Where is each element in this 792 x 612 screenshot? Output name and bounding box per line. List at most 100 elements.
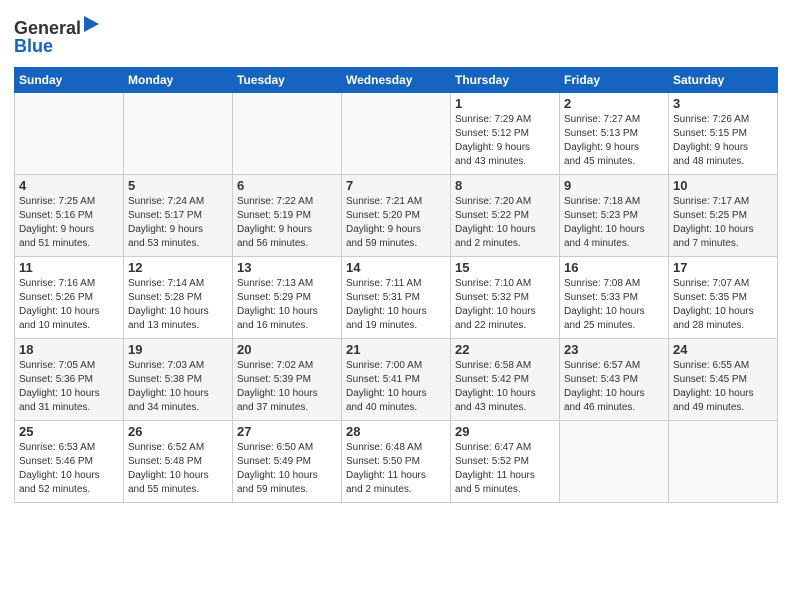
- calendar-cell: 7Sunrise: 7:21 AMSunset: 5:20 PMDaylight…: [342, 175, 451, 257]
- day-info: Sunrise: 7:25 AMSunset: 5:16 PMDaylight:…: [19, 195, 119, 251]
- weekday-monday: Monday: [124, 68, 233, 93]
- day-number: 6: [237, 178, 337, 193]
- day-info: Sunrise: 7:03 AMSunset: 5:38 PMDaylight:…: [128, 359, 228, 415]
- day-number: 3: [673, 96, 773, 111]
- day-info: Sunrise: 6:47 AMSunset: 5:52 PMDaylight:…: [455, 441, 555, 497]
- calendar-week-row: 25 Sunrise: 6:53 AMSunset: 5:46 PMDayligh…: [15, 421, 778, 503]
- day-number: 26: [128, 424, 228, 439]
- calendar-table: SundayMondayTuesdayWednesdayThursdayFrid…: [14, 67, 778, 503]
- day-info: Sunrise: 7:29 AMSunset: 5:12 PMDaylight:…: [455, 113, 555, 169]
- calendar-cell: [560, 421, 669, 503]
- day-info: Sunrise: 7:08 AMSunset: 5:33 PMDaylight:…: [564, 277, 664, 333]
- calendar-cell: 9 Sunrise: 7:18 AMSunset: 5:23 PMDaylight…: [560, 175, 669, 257]
- weekday-header-row: SundayMondayTuesdayWednesdayThursdayFrid…: [15, 68, 778, 93]
- day-info: Sunrise: 7:22 AMSunset: 5:19 PMDaylight:…: [237, 195, 337, 251]
- day-number: 25: [19, 424, 119, 439]
- calendar-cell: 14 Sunrise: 7:11 AMSunset: 5:31 PMDayligh…: [342, 257, 451, 339]
- day-number: 19: [128, 342, 228, 357]
- calendar-cell: [342, 93, 451, 175]
- day-info: Sunrise: 7:26 AMSunset: 5:15 PMDaylight:…: [673, 113, 773, 169]
- calendar-cell: 25 Sunrise: 6:53 AMSunset: 5:46 PMDayligh…: [15, 421, 124, 503]
- calendar-cell: 10 Sunrise: 7:17 AMSunset: 5:25 PMDayligh…: [669, 175, 778, 257]
- calendar-cell: 24 Sunrise: 6:55 AMSunset: 5:45 PMDayligh…: [669, 339, 778, 421]
- calendar-cell: 16 Sunrise: 7:08 AMSunset: 5:33 PMDayligh…: [560, 257, 669, 339]
- day-number: 7: [346, 178, 446, 193]
- weekday-wednesday: Wednesday: [342, 68, 451, 93]
- calendar-cell: 13 Sunrise: 7:13 AMSunset: 5:29 PMDayligh…: [233, 257, 342, 339]
- day-number: 5: [128, 178, 228, 193]
- day-info: Sunrise: 7:17 AMSunset: 5:25 PMDaylight:…: [673, 195, 773, 251]
- day-number: 12: [128, 260, 228, 275]
- day-number: 10: [673, 178, 773, 193]
- day-info: Sunrise: 7:24 AMSunset: 5:17 PMDaylight:…: [128, 195, 228, 251]
- day-info: Sunrise: 7:05 AMSunset: 5:36 PMDaylight:…: [19, 359, 119, 415]
- day-info: Sunrise: 7:27 AMSunset: 5:13 PMDaylight:…: [564, 113, 664, 169]
- day-info: Sunrise: 7:00 AMSunset: 5:41 PMDaylight:…: [346, 359, 446, 415]
- calendar-cell: 21 Sunrise: 7:00 AMSunset: 5:41 PMDayligh…: [342, 339, 451, 421]
- day-info: Sunrise: 7:14 AMSunset: 5:28 PMDaylight:…: [128, 277, 228, 333]
- day-number: 20: [237, 342, 337, 357]
- day-info: Sunrise: 6:52 AMSunset: 5:48 PMDaylight:…: [128, 441, 228, 497]
- day-info: Sunrise: 6:53 AMSunset: 5:46 PMDaylight:…: [19, 441, 119, 497]
- calendar-cell: 22Sunrise: 6:58 AMSunset: 5:42 PMDayligh…: [451, 339, 560, 421]
- weekday-friday: Friday: [560, 68, 669, 93]
- day-number: 17: [673, 260, 773, 275]
- day-number: 9: [564, 178, 664, 193]
- calendar-week-row: 11 Sunrise: 7:16 AMSunset: 5:26 PMDayligh…: [15, 257, 778, 339]
- day-info: Sunrise: 6:55 AMSunset: 5:45 PMDaylight:…: [673, 359, 773, 415]
- day-number: 24: [673, 342, 773, 357]
- day-number: 23: [564, 342, 664, 357]
- day-number: 18: [19, 342, 119, 357]
- weekday-thursday: Thursday: [451, 68, 560, 93]
- weekday-sunday: Sunday: [15, 68, 124, 93]
- calendar-week-row: 18 Sunrise: 7:05 AMSunset: 5:36 PMDayligh…: [15, 339, 778, 421]
- calendar-cell: [669, 421, 778, 503]
- calendar-cell: 26 Sunrise: 6:52 AMSunset: 5:48 PMDayligh…: [124, 421, 233, 503]
- day-info: Sunrise: 7:13 AMSunset: 5:29 PMDaylight:…: [237, 277, 337, 333]
- calendar-cell: 19 Sunrise: 7:03 AMSunset: 5:38 PMDayligh…: [124, 339, 233, 421]
- day-number: 1: [455, 96, 555, 111]
- day-number: 13: [237, 260, 337, 275]
- day-info: Sunrise: 6:58 AMSunset: 5:42 PMDaylight:…: [455, 359, 555, 415]
- day-number: 27: [237, 424, 337, 439]
- calendar-cell: [15, 93, 124, 175]
- day-info: Sunrise: 7:16 AMSunset: 5:26 PMDaylight:…: [19, 277, 119, 333]
- day-number: 15: [455, 260, 555, 275]
- calendar-week-row: 1 Sunrise: 7:29 AMSunset: 5:12 PMDaylight…: [15, 93, 778, 175]
- calendar-cell: 27 Sunrise: 6:50 AMSunset: 5:49 PMDayligh…: [233, 421, 342, 503]
- day-number: 28: [346, 424, 446, 439]
- day-info: Sunrise: 7:10 AMSunset: 5:32 PMDaylight:…: [455, 277, 555, 333]
- calendar-cell: 4Sunrise: 7:25 AMSunset: 5:16 PMDaylight…: [15, 175, 124, 257]
- day-info: Sunrise: 7:11 AMSunset: 5:31 PMDaylight:…: [346, 277, 446, 333]
- day-number: 8: [455, 178, 555, 193]
- calendar-cell: 23 Sunrise: 6:57 AMSunset: 5:43 PMDayligh…: [560, 339, 669, 421]
- calendar-week-row: 4Sunrise: 7:25 AMSunset: 5:16 PMDaylight…: [15, 175, 778, 257]
- calendar-cell: 5 Sunrise: 7:24 AMSunset: 5:17 PMDaylight…: [124, 175, 233, 257]
- calendar-cell: 12 Sunrise: 7:14 AMSunset: 5:28 PMDayligh…: [124, 257, 233, 339]
- calendar-cell: 18 Sunrise: 7:05 AMSunset: 5:36 PMDayligh…: [15, 339, 124, 421]
- calendar-cell: 8 Sunrise: 7:20 AMSunset: 5:22 PMDaylight…: [451, 175, 560, 257]
- day-number: 11: [19, 260, 119, 275]
- day-info: Sunrise: 7:20 AMSunset: 5:22 PMDaylight:…: [455, 195, 555, 251]
- svg-text:General: General: [14, 18, 81, 38]
- day-number: 21: [346, 342, 446, 357]
- calendar-cell: 15 Sunrise: 7:10 AMSunset: 5:32 PMDayligh…: [451, 257, 560, 339]
- day-info: Sunrise: 6:48 AMSunset: 5:50 PMDaylight:…: [346, 441, 446, 497]
- calendar-cell: [233, 93, 342, 175]
- day-info: Sunrise: 7:18 AMSunset: 5:23 PMDaylight:…: [564, 195, 664, 251]
- day-info: Sunrise: 6:50 AMSunset: 5:49 PMDaylight:…: [237, 441, 337, 497]
- calendar-cell: 29 Sunrise: 6:47 AMSunset: 5:52 PMDayligh…: [451, 421, 560, 503]
- day-number: 29: [455, 424, 555, 439]
- weekday-tuesday: Tuesday: [233, 68, 342, 93]
- day-info: Sunrise: 7:02 AMSunset: 5:39 PMDaylight:…: [237, 359, 337, 415]
- day-info: Sunrise: 6:57 AMSunset: 5:43 PMDaylight:…: [564, 359, 664, 415]
- page-container: General Blue SundayMondayTuesdayWednesda…: [0, 0, 792, 509]
- day-number: 16: [564, 260, 664, 275]
- day-number: 14: [346, 260, 446, 275]
- calendar-cell: 1 Sunrise: 7:29 AMSunset: 5:12 PMDaylight…: [451, 93, 560, 175]
- calendar-cell: 2 Sunrise: 7:27 AMSunset: 5:13 PMDaylight…: [560, 93, 669, 175]
- calendar-cell: 20 Sunrise: 7:02 AMSunset: 5:39 PMDayligh…: [233, 339, 342, 421]
- calendar-cell: [124, 93, 233, 175]
- logo: General Blue: [14, 14, 104, 61]
- day-number: 2: [564, 96, 664, 111]
